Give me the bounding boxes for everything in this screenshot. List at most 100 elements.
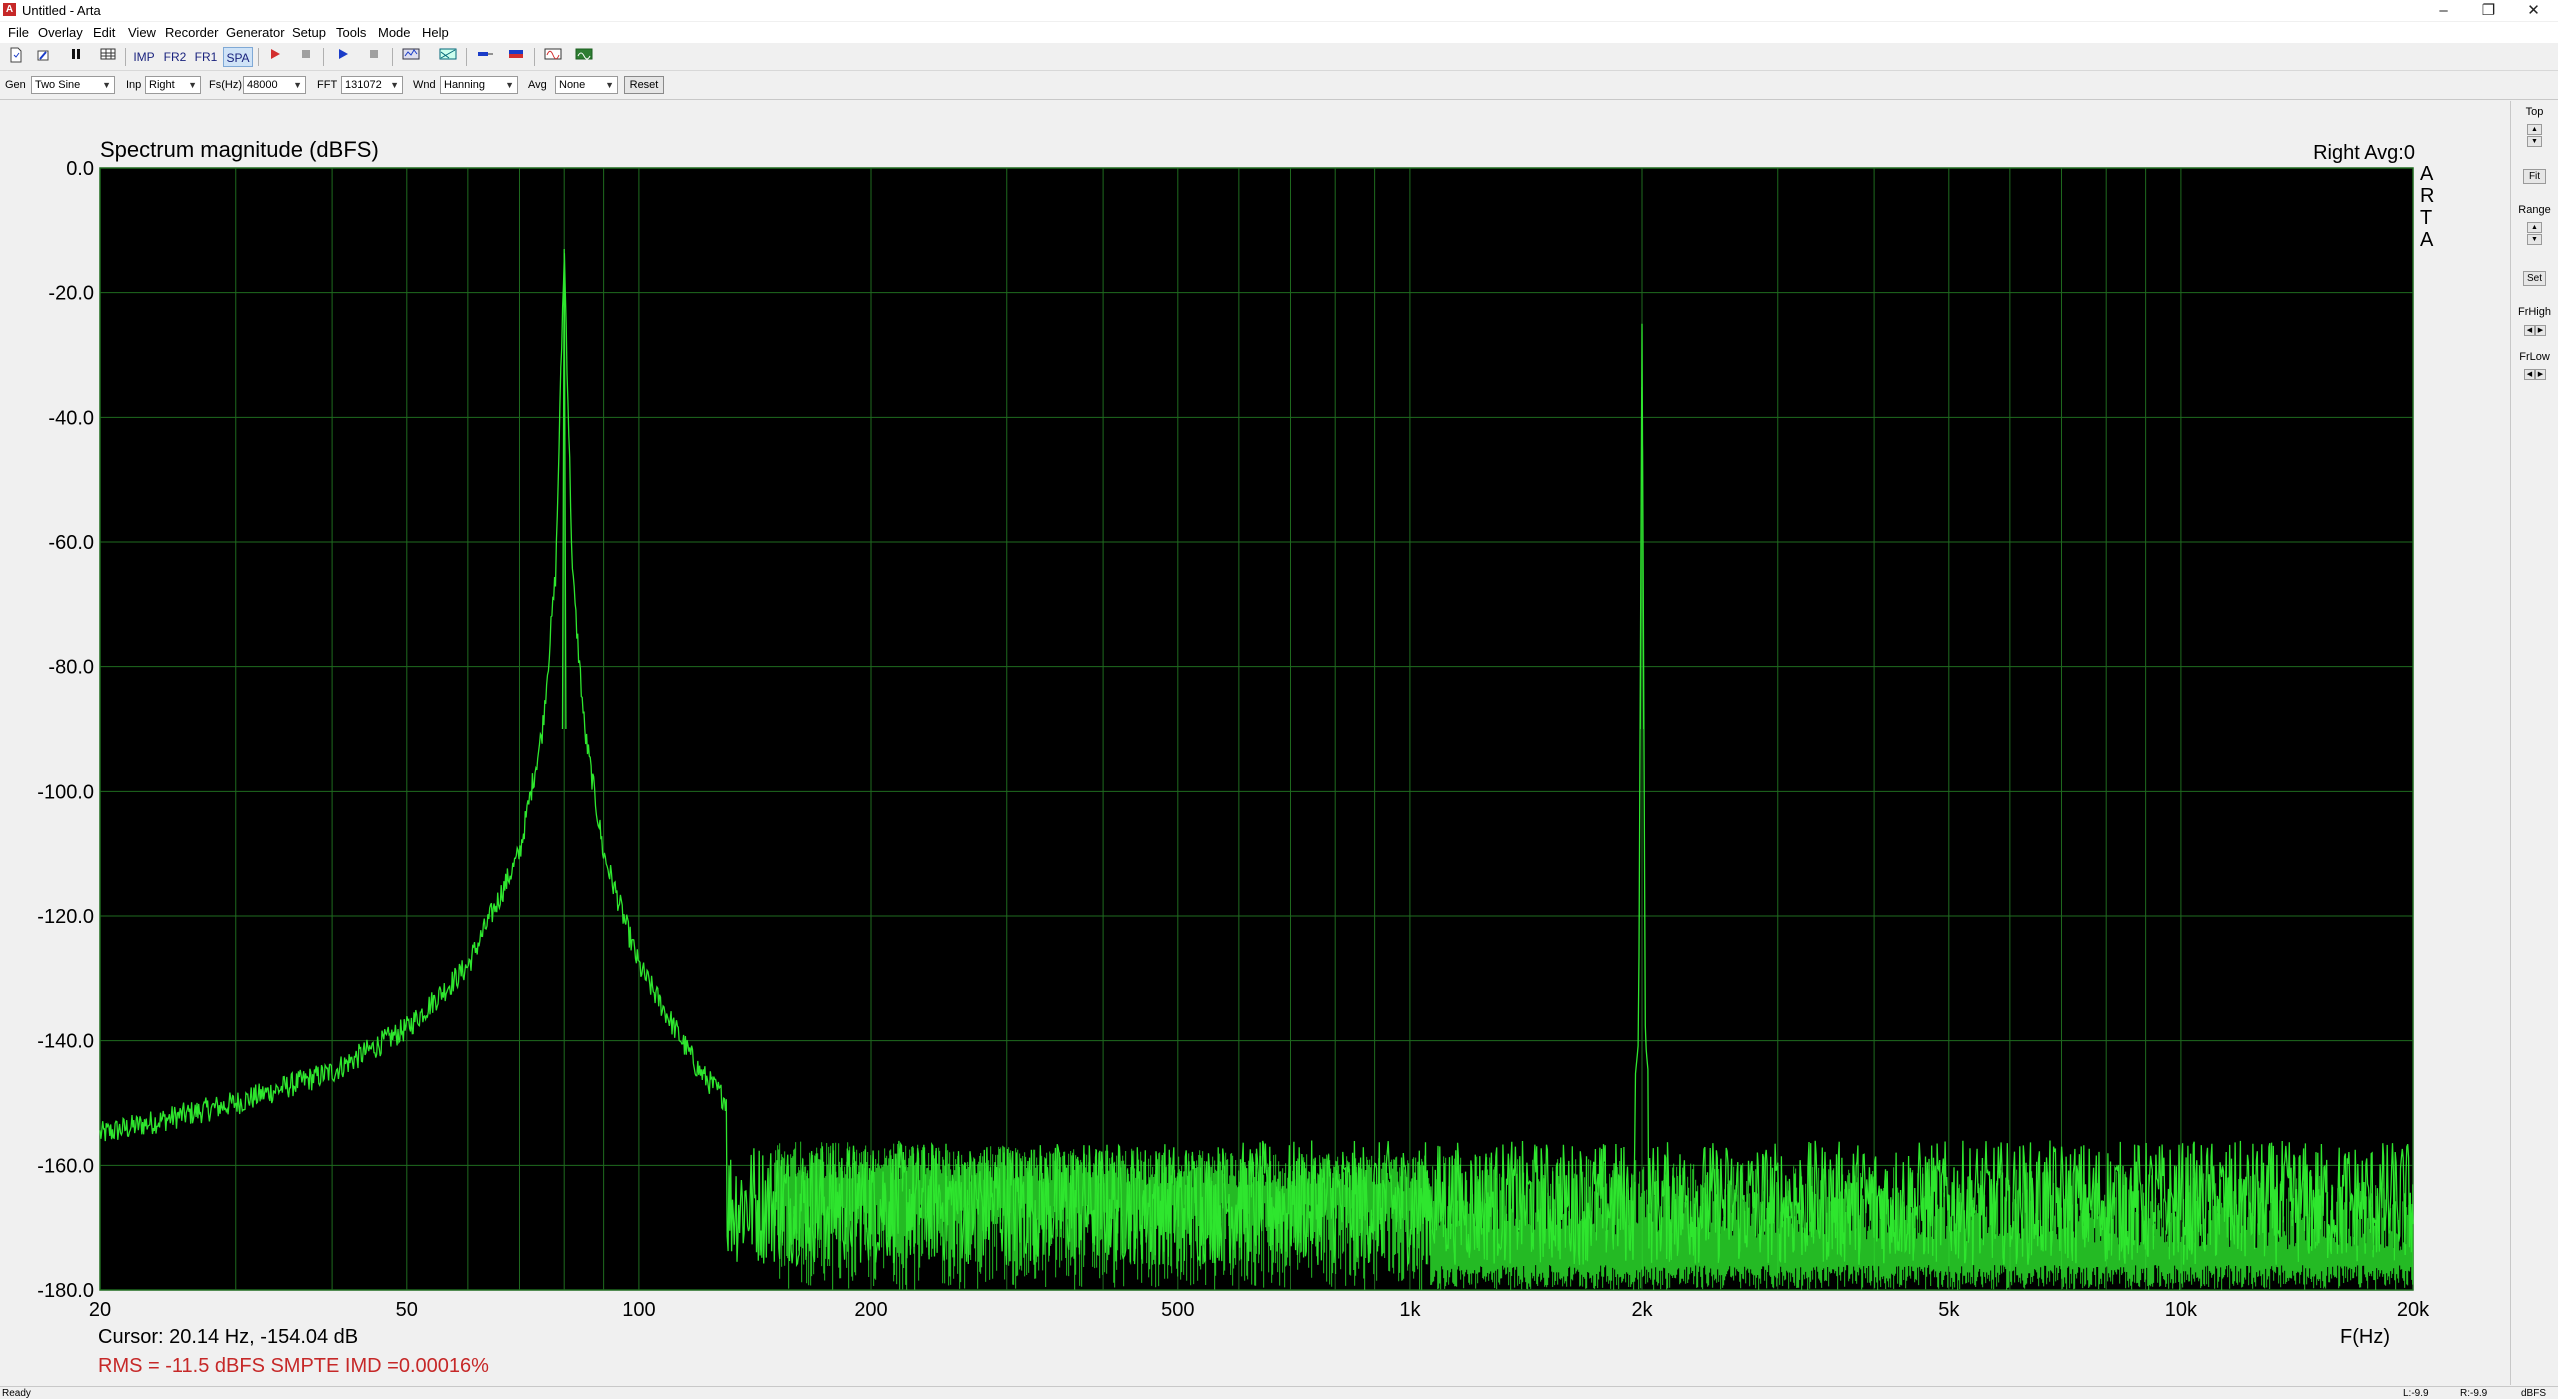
right-panel: Top ▲ ▼ Fit Range ▲ ▼ Set FrHigh ◀ ▶ FrL… [2511,101,2558,1385]
range-label: Range [2518,204,2551,216]
stop2-icon[interactable] [364,47,384,67]
menu-generator[interactable]: Generator [226,25,285,40]
frhigh-right-icon[interactable]: ▶ [2535,325,2546,336]
menu-mode[interactable]: Mode [378,25,411,40]
wnd-value: Hanning [444,79,485,91]
measurement-readout: RMS = -11.5 dBFS SMPTE IMD =0.00016% [98,1355,489,1377]
fs-value: 48000 [247,79,278,91]
status-bar: Ready L:-9.9 R:-9.9 dBFS [0,1386,2558,1399]
x-tick-label: 1k [1399,1299,1421,1321]
chevron-down-icon: ▼ [293,80,302,90]
fft-select[interactable]: 131072 ▼ [341,76,403,94]
pause-icon[interactable] [66,47,86,67]
chevron-down-icon: ▼ [505,80,514,90]
top-down-icon[interactable]: ▼ [2527,136,2542,147]
meter-icon[interactable] [505,47,527,67]
fs-label: Fs(Hz) [209,79,242,91]
calibrate-icon[interactable] [437,47,459,67]
y-tick-label: -60.0 [48,532,94,554]
y-tick-label: -100.0 [37,781,94,803]
frlow-right-icon[interactable]: ▶ [2535,369,2546,380]
probe-icon[interactable] [474,47,496,67]
open-icon[interactable] [33,47,53,67]
menu-view[interactable]: View [128,25,156,40]
fs-select[interactable]: 48000 ▼ [243,76,306,94]
inp-select[interactable]: Right ▼ [145,76,201,94]
range-down-icon[interactable]: ▼ [2527,234,2542,245]
gen-select[interactable]: Two Sine ▼ [31,76,115,94]
restore-button[interactable]: ❐ [2466,0,2511,21]
signal-icon[interactable] [542,47,564,67]
y-tick-label: -40.0 [48,407,94,429]
scope-icon[interactable] [400,47,422,67]
control-bar: Gen Two Sine ▼ Inp Right ▼ Fs(Hz) 48000 ▼ F… [0,72,2558,100]
chevron-down-icon: ▼ [102,80,111,90]
arta-watermark: A R T A [2420,163,2434,251]
y-tick-label: -180.0 [37,1280,94,1302]
imp-button[interactable]: IMP [131,47,157,67]
grid-icon[interactable] [98,47,118,67]
frlow-left-icon[interactable]: ◀ [2524,369,2535,380]
close-button[interactable]: ✕ [2511,0,2556,21]
spa-button[interactable]: SPA [223,47,253,67]
plot-title: Spectrum magnitude (dBFS) [100,137,379,162]
x-axis-label: F(Hz) [2340,1326,2390,1348]
x-tick-label: 20k [2397,1299,2430,1321]
x-tick-label: 200 [854,1299,887,1321]
y-tick-label: -120.0 [37,906,94,928]
x-tick-label: 500 [1161,1299,1194,1321]
y-tick-label: -140.0 [37,1031,94,1053]
y-tick-label: -80.0 [48,657,94,679]
y-tick-label: 0.0 [66,158,94,180]
minimize-button[interactable]: – [2421,0,2466,21]
window-title: Untitled - Arta [22,3,101,18]
record-icon[interactable] [265,47,285,67]
set-button[interactable]: Set [2523,271,2546,286]
new-file-icon[interactable] [6,47,26,67]
status-unit: dBFS [2521,1388,2547,1399]
toolbar-separator [392,48,393,66]
chevron-down-icon: ▼ [390,80,399,90]
wnd-select[interactable]: Hanning ▼ [440,76,518,94]
menu-tools[interactable]: Tools [336,25,366,40]
x-tick-label: 100 [622,1299,655,1321]
x-tick-label: 20 [89,1299,111,1321]
play-icon[interactable] [333,47,353,67]
avg-select[interactable]: None ▼ [555,76,618,94]
x-tick-label: 2k [1631,1299,1653,1321]
top-label: Top [2525,106,2544,118]
inp-label: Inp [126,79,142,91]
menu-overlay[interactable]: Overlay [38,25,83,40]
fr1-button[interactable]: FR1 [192,47,220,67]
watermark-letter: A [2420,229,2434,251]
menu-setup[interactable]: Setup [292,25,326,40]
range-up-icon[interactable]: ▲ [2527,222,2542,233]
toolbar-separator [258,48,259,66]
fft-label: FFT [317,79,338,91]
menu-help[interactable]: Help [422,25,449,40]
menu-edit[interactable]: Edit [93,25,115,40]
overlay-icon[interactable] [573,47,595,67]
spectrum-chart[interactable]: 0.0 -20.0 -40.0 -60.0 -80.0 -100.0 -120.0 -140.… [0,101,2510,1385]
menu-file[interactable]: File [8,25,29,40]
toolbar-separator [125,48,126,66]
fft-value: 131072 [345,79,382,91]
stop-icon[interactable] [296,47,316,67]
chevron-down-icon: ▼ [605,80,614,90]
frhigh-left-icon[interactable]: ◀ [2524,325,2535,336]
avg-label: Avg [528,79,547,91]
channel-info: Right Avg:0 [2313,142,2415,164]
watermark-letter: T [2420,207,2432,229]
toolbar-separator [323,48,324,66]
reset-button[interactable]: Reset [624,76,664,94]
menu-recorder[interactable]: Recorder [165,25,218,40]
y-tick-label: -20.0 [48,283,94,305]
fit-button[interactable]: Fit [2523,169,2546,184]
gen-label: Gen [5,79,26,91]
toolbar-separator [466,48,467,66]
toolbar-separator [534,48,535,66]
top-up-icon[interactable]: ▲ [2527,124,2542,135]
fr2-button[interactable]: FR2 [161,47,189,67]
avg-value: None [559,79,586,91]
gen-value: Two Sine [35,79,81,91]
